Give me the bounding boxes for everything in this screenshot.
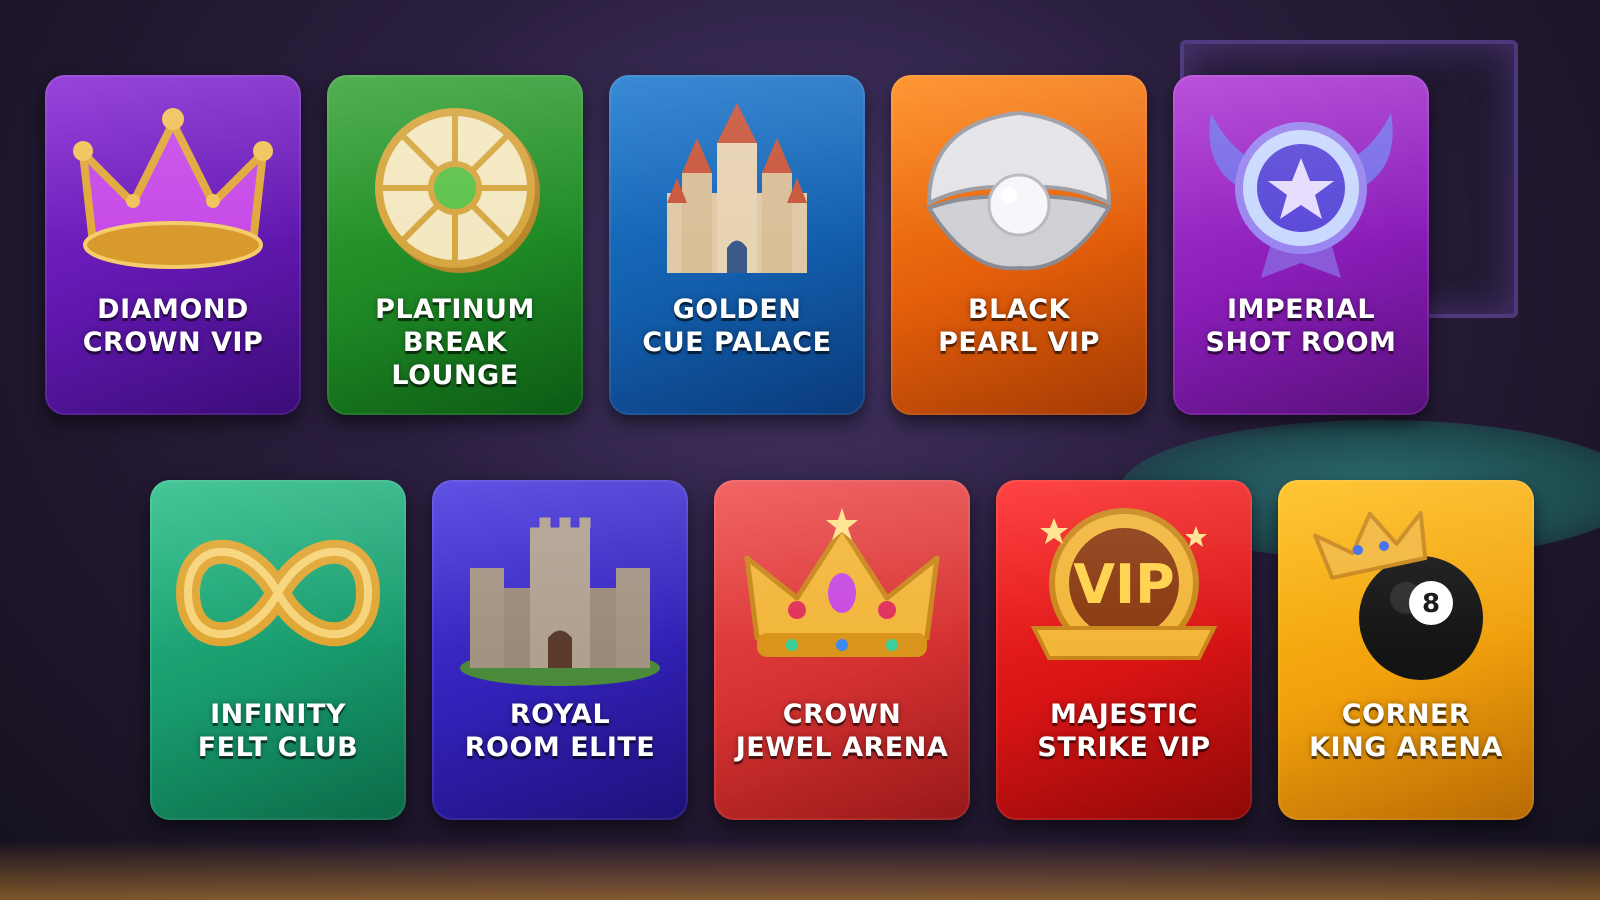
room-name-line2: JEWEL ARENA [735, 732, 949, 763]
room-card-majestic-strike-vip[interactable]: VIP MAJESTIC STRIKE VIP [996, 480, 1252, 820]
fortress-icon [460, 517, 660, 686]
room-name: GOLDEN CUE PALACE [617, 293, 857, 359]
pearl-shell-icon [926, 110, 1112, 271]
room-name-line2: CROWN VIP [82, 327, 264, 358]
room-name-line2: ROOM ELITE [464, 732, 656, 763]
room-name-line2: FELT CLUB [197, 732, 359, 763]
svg-text:VIP: VIP [1073, 553, 1174, 616]
room-name-line1: DIAMOND [97, 294, 249, 325]
room-card-diamond-crown-vip[interactable]: DIAMOND CROWN VIP [45, 75, 301, 415]
room-card-crown-jewel-arena[interactable]: CROWN JEWEL ARENA [714, 480, 970, 820]
room-card-imperial-shot-room[interactable]: IMPERIAL SHOT ROOM [1173, 75, 1429, 415]
crowned-8-ball-icon: 8 [1313, 511, 1483, 680]
room-name-line1: CORNER [1341, 699, 1471, 730]
room-card-corner-king-arena[interactable]: 8 CORNER KING ARENA [1278, 480, 1534, 820]
room-name-line1: ROYAL [509, 699, 611, 730]
room-name: MAJESTIC STRIKE VIP [1004, 698, 1244, 764]
room-card-infinity-felt-club[interactable]: INFINITY FELT CLUB [150, 480, 406, 820]
room-card-royal-room-elite[interactable]: ROYAL ROOM ELITE [432, 480, 688, 820]
room-name-line1: CROWN [782, 699, 902, 730]
room-grid: DIAMOND CROWN VIP PLATINUM BREAK LOUNGE [0, 0, 1600, 900]
room-name-line2: SHOT ROOM [1205, 327, 1397, 358]
room-card-platinum-break-lounge[interactable]: PLATINUM BREAK LOUNGE [327, 75, 583, 415]
room-name-line2: BREAK LOUNGE [391, 327, 519, 391]
room-name-line2: CUE PALACE [642, 327, 832, 358]
room-name-line2: KING ARENA [1309, 732, 1503, 763]
infinity-icon [175, 539, 381, 647]
room-card-golden-cue-palace[interactable]: GOLDEN CUE PALACE [609, 75, 865, 415]
room-name-line2: PEARL VIP [938, 327, 1100, 358]
room-name: BLACK PEARL VIP [899, 293, 1139, 359]
room-name: PLATINUM BREAK LOUNGE [335, 293, 575, 392]
castle-icon [667, 103, 807, 273]
room-name-line1: BLACK [968, 294, 1070, 325]
jeweled-crown-icon [744, 508, 940, 657]
room-name-line2: STRIKE VIP [1037, 732, 1211, 763]
room-name: DIAMOND CROWN VIP [53, 293, 293, 359]
room-name-line1: IMPERIAL [1226, 294, 1376, 325]
room-name: IMPERIAL SHOT ROOM [1181, 293, 1421, 359]
room-name: INFINITY FELT CLUB [158, 698, 398, 764]
room-name: CROWN JEWEL ARENA [722, 698, 962, 764]
room-name-line1: PLATINUM [375, 294, 535, 325]
winged-medal-icon [1209, 113, 1393, 278]
room-name: ROYAL ROOM ELITE [440, 698, 680, 764]
vip-badge-icon: VIP [1030, 508, 1218, 660]
room-name-line1: GOLDEN [672, 294, 802, 325]
room-card-black-pearl-vip[interactable]: BLACK PEARL VIP [891, 75, 1147, 415]
wheel-icon [375, 108, 540, 273]
room-name: CORNER KING ARENA [1286, 698, 1526, 764]
crown-icon [73, 108, 273, 269]
svg-text:8: 8 [1422, 589, 1440, 619]
room-name-line1: MAJESTIC [1050, 699, 1198, 730]
room-name-line1: INFINITY [210, 699, 346, 730]
